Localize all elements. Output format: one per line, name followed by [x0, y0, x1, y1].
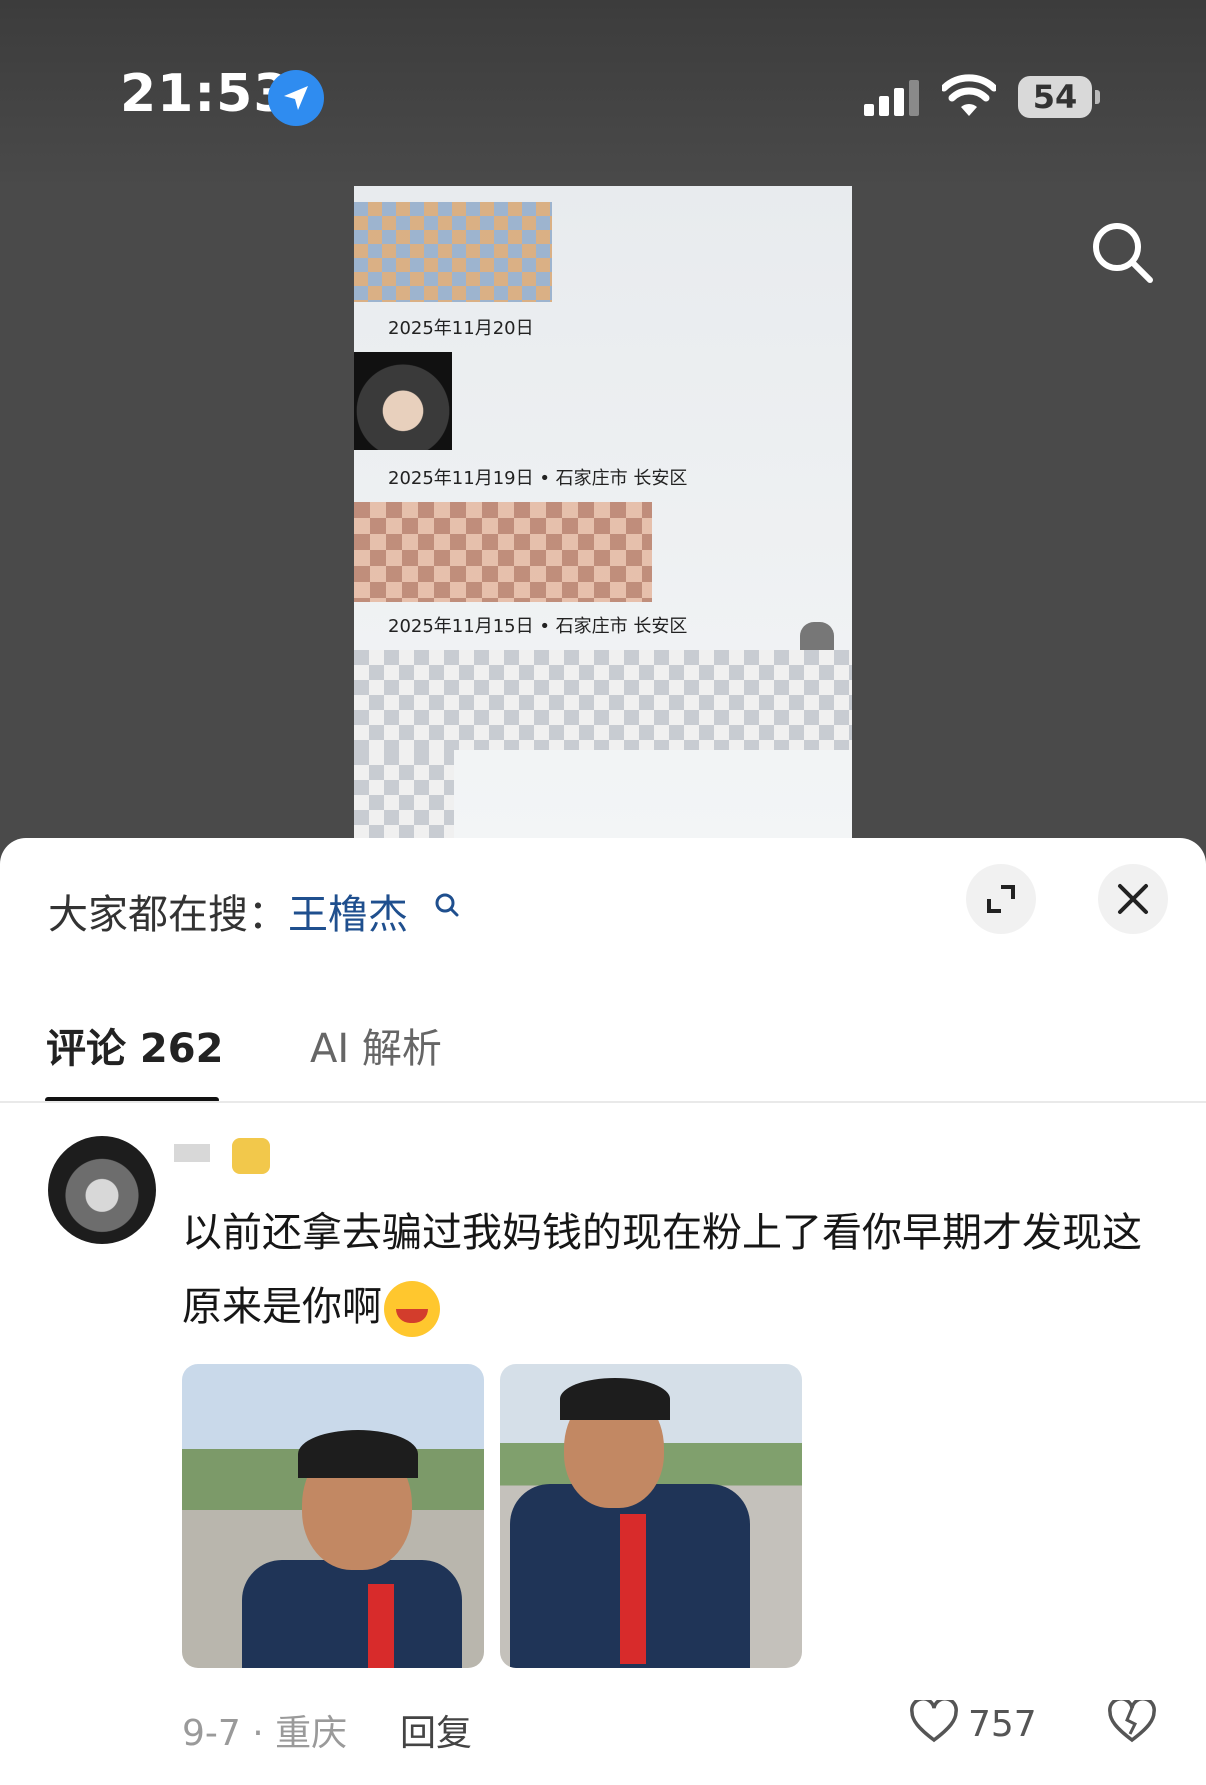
- close-button[interactable]: [1098, 864, 1168, 934]
- grinning-face-emoji-icon: [384, 1281, 440, 1337]
- blurred-certificate: [354, 750, 454, 838]
- video-date-1: 2025年11月20日: [388, 318, 534, 339]
- location-arrow-icon: [268, 70, 324, 126]
- username-redacted[interactable]: [174, 1144, 210, 1162]
- comment-text: 以前还拿去骗过我妈钱的现在粉上了看你早期才发现这原来是你啊: [182, 1196, 1172, 1344]
- avatar[interactable]: [48, 1136, 156, 1244]
- comments-sheet: 大家都在搜：王橹杰 评论 262 AI 解析 以前还拿去骗过我妈钱的现在粉上了看…: [0, 838, 1206, 1785]
- status-bar: 21:53 54: [0, 0, 1206, 190]
- tab-ai-analysis[interactable]: AI 解析: [310, 1016, 442, 1074]
- tab-comments[interactable]: 评论 262: [46, 1016, 223, 1074]
- search-hint-keyword[interactable]: 王橹杰: [288, 892, 408, 938]
- blurred-certificate-strip: [354, 650, 852, 750]
- blurred-photo-strip: [354, 502, 652, 602]
- search-small-icon: [435, 893, 459, 917]
- heart-icon[interactable]: [910, 1700, 958, 1744]
- expand-button[interactable]: [966, 864, 1036, 934]
- video-date-2: 2025年11月19日 • 石家庄市 长安区: [388, 468, 688, 489]
- blurred-photo-strip: [354, 202, 552, 302]
- battery-icon: 54: [1018, 76, 1100, 118]
- battery-level: 54: [1032, 78, 1078, 116]
- photo-red-scarf: [620, 1514, 646, 1664]
- trending-search-hint[interactable]: 大家都在搜：王橹杰: [48, 882, 408, 940]
- reply-button[interactable]: 回复: [400, 1704, 472, 1756]
- comment-meta: 9-7 · 重庆: [182, 1713, 348, 1754]
- photo-red-scarf: [368, 1584, 394, 1668]
- broken-heart-icon[interactable]: [1108, 1700, 1156, 1744]
- close-icon: [1118, 884, 1148, 914]
- comment-body: 以前还拿去骗过我妈钱的现在粉上了看你早期才发现这原来是你啊: [182, 1210, 1142, 1330]
- comment-photo-1[interactable]: [182, 1364, 484, 1668]
- search-hint-prefix: 大家都在搜：: [48, 892, 288, 938]
- expand-icon: [987, 885, 1015, 913]
- divider: [0, 1101, 1206, 1103]
- cellular-signal-icon: [864, 80, 919, 116]
- comment-photo-2[interactable]: [500, 1364, 802, 1668]
- like-count: 757: [968, 1704, 1037, 1745]
- video-date-3: 2025年11月15日 • 石家庄市 长安区: [388, 616, 688, 637]
- wifi-icon: [942, 74, 996, 116]
- photo-subject-hair: [560, 1378, 670, 1420]
- video-frame[interactable]: 2025年11月20日 2025年11月19日 • 石家庄市 长安区 2025年…: [354, 186, 852, 838]
- status-time: 21:53: [120, 64, 291, 124]
- photo-subject-body: [242, 1560, 462, 1668]
- search-icon[interactable]: [1090, 220, 1156, 286]
- photo-subject-hair: [298, 1430, 418, 1478]
- portrait-thumbnail: [354, 352, 452, 450]
- user-badge-icon: [232, 1138, 270, 1174]
